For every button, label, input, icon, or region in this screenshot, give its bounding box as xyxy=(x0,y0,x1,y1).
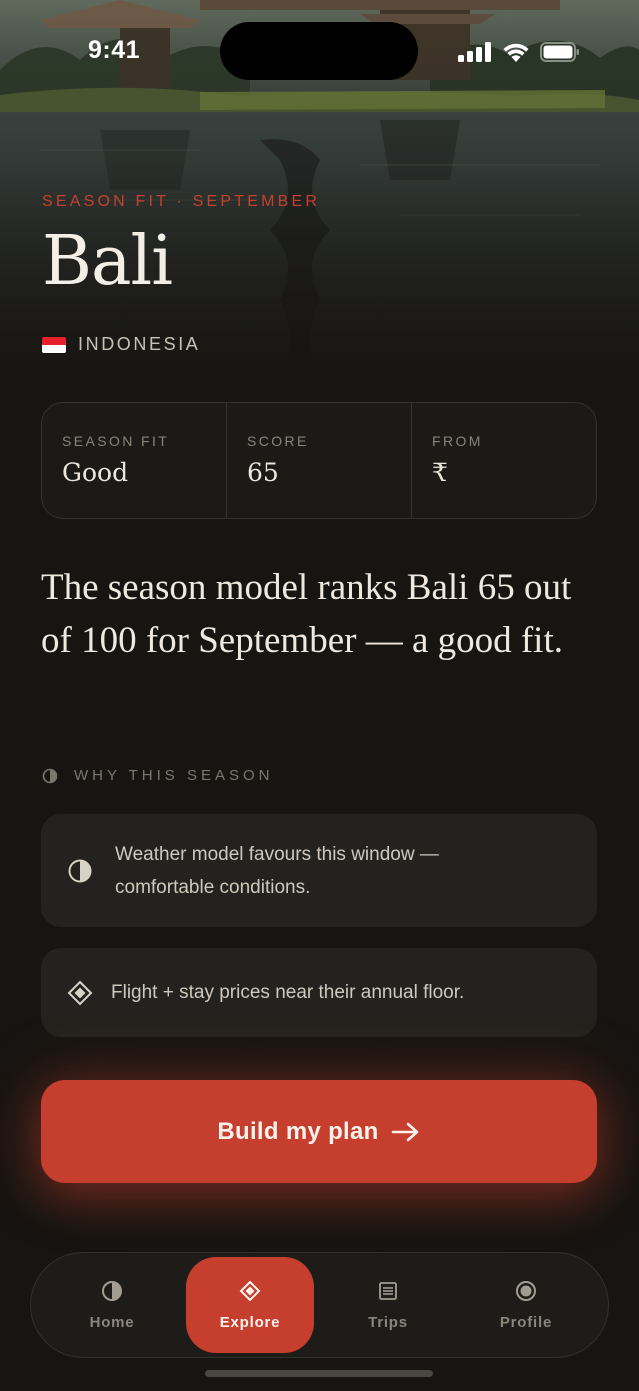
cellular-signal-icon xyxy=(458,42,491,62)
wifi-icon xyxy=(503,43,529,62)
tab-profile[interactable]: Profile xyxy=(462,1257,590,1353)
target-icon xyxy=(516,1280,536,1301)
stat-value: Good xyxy=(62,458,129,487)
tab-label: Home xyxy=(89,1313,135,1331)
indonesia-flag-icon xyxy=(42,336,66,353)
battery-icon xyxy=(540,42,579,62)
destination-title: Bali xyxy=(42,222,173,301)
season-summary: The season model ranks Bali 65 out of 10… xyxy=(41,567,572,661)
bottom-tab-bar: Home Explore Trips Profile xyxy=(30,1252,609,1358)
half-circle-icon xyxy=(42,768,58,783)
build-plan-label: Build my plan xyxy=(217,1117,379,1145)
why-section-heading: WHY THIS SEASON xyxy=(42,767,273,784)
arrow-right-icon xyxy=(391,1122,418,1141)
diamond-icon xyxy=(67,980,93,1006)
stat-value: 65 xyxy=(247,458,279,487)
tab-label: Trips xyxy=(368,1313,408,1331)
status-time: 9:41 xyxy=(88,36,141,64)
tab-home[interactable]: Home xyxy=(48,1257,176,1353)
half-circle-icon xyxy=(102,1280,122,1301)
reason-text: Flight + stay prices near their annual f… xyxy=(111,982,465,1003)
reason-text: Weather model favours this window — comf… xyxy=(115,843,439,898)
stat-value: ₹ xyxy=(432,458,448,487)
tab-trips[interactable]: Trips xyxy=(324,1257,452,1353)
diamond-icon xyxy=(239,1280,261,1301)
half-circle-icon xyxy=(67,858,93,884)
tab-label: Explore xyxy=(219,1313,281,1331)
reason-card: Weather model favours this window — comf… xyxy=(41,814,597,927)
stat-label: SCORE xyxy=(247,433,309,449)
stat-season-fit: SEASON FIT Good xyxy=(42,403,227,518)
season-eyebrow: SEASON FIT · SEPTEMBER xyxy=(42,193,321,210)
home-indicator xyxy=(205,1370,433,1377)
stats-card: SEASON FIT Good SCORE 65 FROM ₹ xyxy=(41,402,597,519)
why-heading-label: WHY THIS SEASON xyxy=(74,767,274,784)
tab-label: Profile xyxy=(499,1313,553,1331)
country-name: INDONESIA xyxy=(78,334,201,354)
stat-label: FROM xyxy=(432,433,483,449)
tab-explore[interactable]: Explore xyxy=(186,1257,314,1353)
stat-from-price: FROM ₹ xyxy=(412,403,596,518)
list-icon xyxy=(379,1281,397,1300)
country-row: INDONESIA xyxy=(42,334,200,355)
stat-label: SEASON FIT xyxy=(62,433,170,449)
build-plan-button[interactable]: Build my plan xyxy=(41,1080,597,1183)
stat-score: SCORE 65 xyxy=(227,403,412,518)
reason-card: Flight + stay prices near their annual f… xyxy=(41,948,597,1037)
status-icons xyxy=(458,40,580,64)
dynamic-island xyxy=(220,22,418,80)
